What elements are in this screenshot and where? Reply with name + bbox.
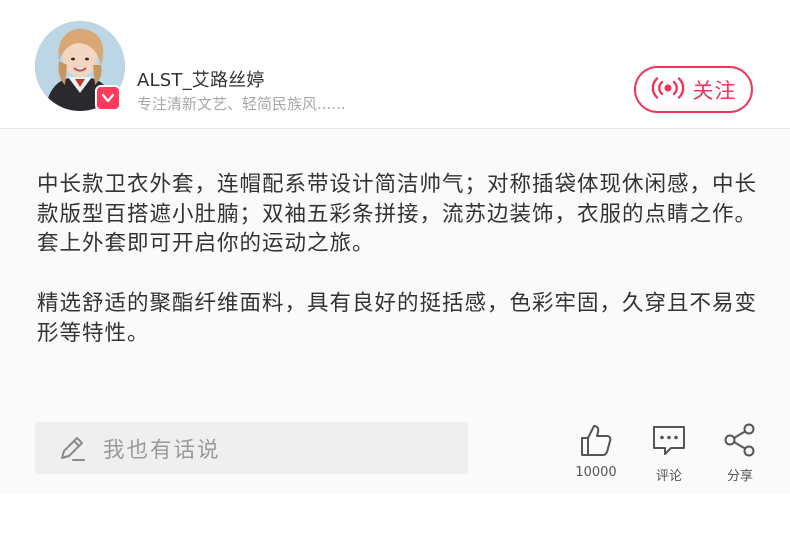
post-paragraph-1: 中长款卫衣外套，连帽配系带设计简洁帅气；对称插袋体现休闲感，中长款版型百搭遮小肚… — [37, 172, 758, 256]
post-paragraph-2: 精选舒适的聚酯纤维面料，具有良好的挺括感，色彩牢固，久穿且不易变形等特性。 — [37, 291, 758, 346]
like-count: 10000 — [575, 465, 617, 480]
like-button[interactable]: 10000 — [564, 421, 628, 480]
share-icon — [722, 421, 758, 459]
thumbs-up-icon — [578, 421, 614, 459]
follow-button[interactable]: 关注 — [634, 66, 753, 113]
author-avatar[interactable] — [35, 21, 125, 111]
author-header: ALST_艾路丝婷 专注清新文艺、轻简民族风...... 关注 — [0, 0, 790, 128]
comment-placeholder: 我也有话说 — [103, 437, 221, 463]
share-button[interactable]: 分享 — [708, 421, 772, 484]
live-broadcast-icon — [651, 76, 685, 104]
follow-label: 关注 — [692, 78, 737, 103]
pencil-icon — [57, 433, 87, 463]
comment-input[interactable]: 我也有话说 — [35, 422, 468, 474]
verified-v-icon — [95, 85, 121, 111]
author-bio: 专注清新文艺、轻简民族风...... — [137, 95, 346, 113]
comment-label: 评论 — [655, 469, 682, 484]
post-content: 中长款卫衣外套，连帽配系带设计简洁帅气；对称插袋体现休闲感，中长款版型百搭遮小肚… — [0, 129, 790, 494]
comment-button[interactable]: 评论 — [637, 421, 701, 484]
page-bottom — [0, 494, 790, 547]
comment-bubble-icon — [651, 421, 687, 459]
author-name[interactable]: ALST_艾路丝婷 — [137, 66, 265, 92]
share-label: 分享 — [726, 469, 753, 484]
